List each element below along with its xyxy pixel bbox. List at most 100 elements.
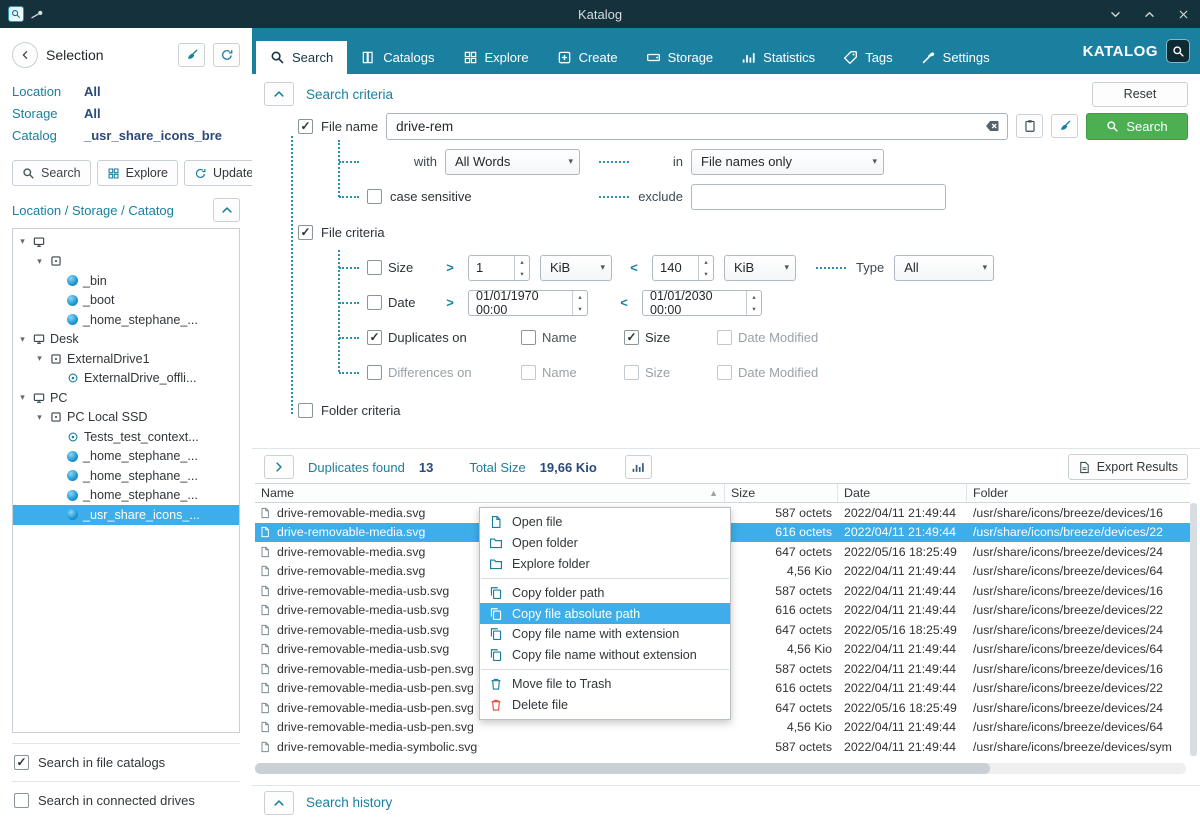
expander-icon[interactable]: ▾: [17, 236, 28, 247]
spinner-arrows[interactable]: ▴▾: [698, 256, 713, 280]
tab-create[interactable]: Create: [543, 41, 632, 74]
menu-item-copy-file-absolute-path[interactable]: Copy file absolute path: [480, 603, 730, 624]
size-max-unit-select[interactable]: KiB▾: [724, 255, 796, 281]
collapse-tree-button[interactable]: [213, 198, 240, 222]
menu-item-copy-file-name-with-extension[interactable]: Copy file name with extension: [480, 624, 730, 645]
tree-item[interactable]: ▾ _bin: [13, 271, 239, 291]
column-header-date[interactable]: Date: [838, 484, 967, 502]
search-in-drives-checkbox[interactable]: [14, 793, 29, 808]
date-max-spinner[interactable]: 01/01/2030 00:00▴▾: [642, 290, 762, 316]
duplicates-date-checkbox[interactable]: [717, 330, 732, 345]
search-in-catalogs-checkbox[interactable]: [14, 755, 29, 770]
type-select[interactable]: All▾: [894, 255, 994, 281]
menu-item-move-file-to-trash[interactable]: Move file to Trash: [480, 674, 730, 695]
tree-item[interactable]: ▾ _home_stephane_...: [13, 447, 239, 467]
size-min-spinner[interactable]: 1▴▾: [468, 255, 530, 281]
storage-filter-value[interactable]: All: [84, 106, 101, 121]
tree-item[interactable]: ▾ _home_stephane_...: [13, 486, 239, 506]
exclude-input[interactable]: [691, 184, 946, 210]
clear-selection-button[interactable]: [178, 43, 205, 67]
column-header-name[interactable]: Name▲: [255, 484, 725, 502]
differences-name-checkbox[interactable]: [521, 365, 536, 380]
horizontal-scrollbar[interactable]: [255, 763, 1186, 774]
tree-item[interactable]: ▾ PC Local SSD: [13, 408, 239, 428]
menu-item-delete-file[interactable]: Delete file: [480, 694, 730, 715]
menu-item-explore-folder[interactable]: Explore folder: [480, 554, 730, 575]
duplicates-size-checkbox[interactable]: [624, 330, 639, 345]
scrollbar-handle[interactable]: [255, 763, 990, 774]
tree-item[interactable]: ▾ Desk: [13, 330, 239, 350]
menu-item-open-folder[interactable]: Open folder: [480, 533, 730, 554]
spinner-arrows[interactable]: ▴▾: [514, 256, 529, 280]
tab-statistics[interactable]: Statistics: [727, 41, 829, 74]
collapse-criteria-button[interactable]: [264, 82, 294, 106]
chart-view-button[interactable]: [625, 455, 652, 479]
expander-icon[interactable]: ▾: [17, 392, 28, 403]
tree-item[interactable]: ▾ PC: [13, 388, 239, 408]
table-row[interactable]: drive-removable-media-symbolic.svg 587 o…: [255, 737, 1190, 757]
tab-settings[interactable]: Settings: [907, 41, 1004, 74]
date-min-spinner[interactable]: 01/01/1970 00:00▴▾: [468, 290, 588, 316]
tree-item[interactable]: ▾: [13, 252, 239, 272]
column-header-folder[interactable]: Folder: [967, 484, 1190, 502]
expand-results-button[interactable]: [264, 455, 294, 479]
file-criteria-checkbox[interactable]: [298, 225, 313, 240]
window-maximize-button[interactable]: [1132, 0, 1166, 28]
reset-button[interactable]: Reset: [1092, 82, 1188, 107]
tree-item[interactable]: ▾ _home_stephane_...: [13, 310, 239, 330]
vertical-scrollbar[interactable]: [1190, 503, 1197, 756]
file-name-checkbox[interactable]: [298, 119, 313, 134]
tree-item[interactable]: ▾ _usr_share_icons_...: [13, 505, 239, 525]
sidebar-search-button[interactable]: Search: [12, 160, 91, 186]
duplicates-checkbox[interactable]: [367, 330, 382, 345]
tab-search[interactable]: Search: [256, 41, 347, 74]
tree-item[interactable]: ▾: [13, 232, 239, 252]
expander-icon[interactable]: ▾: [34, 256, 45, 267]
tab-catalogs[interactable]: Catalogs: [347, 41, 448, 74]
table-row[interactable]: drive-removable-media-usb-pen.svg 4,56 K…: [255, 718, 1190, 738]
paste-button[interactable]: [1016, 114, 1043, 138]
window-minimize-button[interactable]: [1098, 0, 1132, 28]
match-mode-select[interactable]: All Words▾: [445, 149, 580, 175]
column-header-size[interactable]: Size: [725, 484, 838, 502]
export-results-button[interactable]: Export Results: [1068, 454, 1188, 480]
expand-history-button[interactable]: [264, 791, 294, 815]
sidebar-explore-button[interactable]: Explore: [97, 160, 178, 186]
window-close-button[interactable]: [1166, 0, 1200, 28]
refresh-selection-button[interactable]: [213, 43, 240, 67]
size-max-spinner[interactable]: 140▴▾: [652, 255, 714, 281]
menu-item-copy-folder-path[interactable]: Copy folder path: [480, 582, 730, 603]
folder-criteria-checkbox[interactable]: [298, 403, 313, 418]
search-button[interactable]: Search: [1086, 113, 1188, 140]
tree-item[interactable]: ▾ Tests_test_context...: [13, 427, 239, 447]
clear-form-button[interactable]: [1051, 114, 1078, 138]
differences-size-checkbox[interactable]: [624, 365, 639, 380]
expander-icon[interactable]: ▾: [17, 334, 28, 345]
tab-storage[interactable]: Storage: [632, 41, 728, 74]
differences-checkbox[interactable]: [367, 365, 382, 380]
menu-item-copy-file-name-without-extension[interactable]: Copy file name without extension: [480, 645, 730, 666]
tree-item[interactable]: ▾ _home_stephane_...: [13, 466, 239, 486]
pin-icon[interactable]: [30, 6, 46, 22]
file-name-input[interactable]: [386, 113, 1008, 140]
duplicates-name-checkbox[interactable]: [521, 330, 536, 345]
size-min-unit-select[interactable]: KiB▾: [540, 255, 612, 281]
date-checkbox[interactable]: [367, 295, 382, 310]
case-sensitive-checkbox[interactable]: [367, 189, 382, 204]
search-in-select[interactable]: File names only▾: [691, 149, 884, 175]
expander-icon[interactable]: ▾: [34, 412, 45, 423]
tab-explore[interactable]: Explore: [449, 41, 543, 74]
tree-item[interactable]: ▾ ExternalDrive_offli...: [13, 369, 239, 389]
clear-input-icon[interactable]: [985, 118, 1001, 134]
tab-tags[interactable]: Tags: [829, 41, 906, 74]
spinner-arrows[interactable]: ▴▾: [746, 291, 761, 315]
expander-icon[interactable]: ▾: [34, 353, 45, 364]
scrollbar-handle[interactable]: [1190, 503, 1197, 756]
size-checkbox[interactable]: [367, 260, 382, 275]
location-filter-value[interactable]: All: [84, 84, 101, 99]
tree-item[interactable]: ▾ _boot: [13, 291, 239, 311]
menu-item-open-file[interactable]: Open file: [480, 512, 730, 533]
spinner-arrows[interactable]: ▴▾: [572, 291, 587, 315]
back-button[interactable]: [12, 42, 38, 68]
differences-date-checkbox[interactable]: [717, 365, 732, 380]
